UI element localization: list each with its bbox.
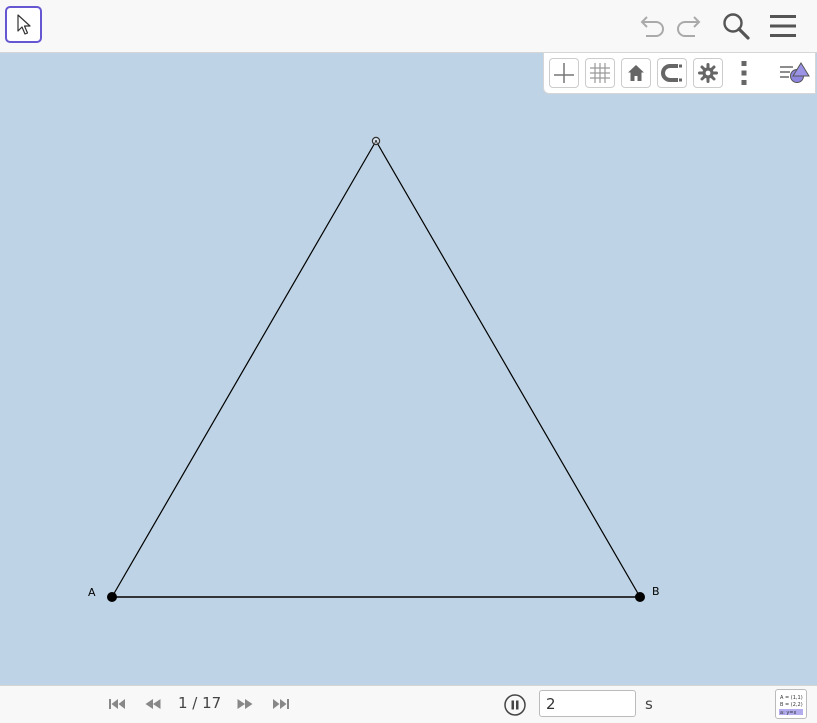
algebra-line-1: A = (1,1) [780,695,803,701]
previous-page-button[interactable] [142,695,164,713]
main-menu-button[interactable] [766,10,800,42]
undo-icon [640,16,664,37]
next-page-button[interactable] [234,695,256,713]
pause-icon[interactable] [504,694,526,716]
last-page-button[interactable] [270,695,292,713]
bottom-toolbar: 1 / 17 s A = (1,1) B = (2,2) a: y=x [0,685,817,723]
segment-b-apex[interactable] [375,140,641,598]
graphics-settings-button[interactable] [693,58,723,88]
kebab-menu-icon [741,61,747,85]
redo-button[interactable] [672,10,706,42]
speed-unit-label: s [645,695,653,713]
point-a-label: A [88,586,96,599]
magnet-icon [661,64,682,82]
first-page-button[interactable] [106,695,128,713]
algebra-view-button[interactable]: A = (1,1) B = (2,2) a: y=x [775,689,807,719]
grid-icon [590,63,610,83]
style-bar-toggle-icon [780,62,810,83]
standard-view-button[interactable] [621,58,651,88]
point-a[interactable] [107,592,117,602]
point-b-label: B [652,585,660,598]
redo-icon [677,16,701,37]
move-tool-button[interactable] [5,6,42,43]
rewind-icon [145,699,161,709]
skip-last-icon [273,699,289,709]
home-icon [628,65,644,81]
point-capturing-button[interactable] [657,58,687,88]
construction-drawing: A B [88,136,660,602]
animation-speed-input[interactable] [539,690,636,717]
axes-toggle-button[interactable] [549,58,579,88]
graphics-view[interactable]: A B [0,53,817,685]
search-icon [723,13,750,40]
algebra-view-icon: A = (1,1) B = (2,2) a: y=x [779,695,803,716]
skip-first-icon [109,699,125,709]
segment-a-apex[interactable] [111,140,377,598]
axes-icon [554,63,574,83]
fast-forward-icon [237,699,253,709]
hamburger-menu-icon [770,15,796,37]
apex-point-center [375,140,377,142]
algebra-line-2: B = (2,2) [780,702,803,708]
algebra-line-3: a: y=x [780,710,796,716]
point-b[interactable] [635,592,645,602]
page-counter: 1 / 17 [178,694,222,712]
search-button[interactable] [719,10,753,42]
undo-button[interactable] [635,10,669,42]
graphics-style-bar [543,53,816,94]
gear-icon [698,63,718,83]
cursor-arrow-icon [16,13,31,35]
toggle-style-bar-button[interactable] [775,58,813,88]
more-options-button[interactable] [729,58,759,88]
grid-toggle-button[interactable] [585,58,615,88]
top-toolbar [0,0,817,53]
